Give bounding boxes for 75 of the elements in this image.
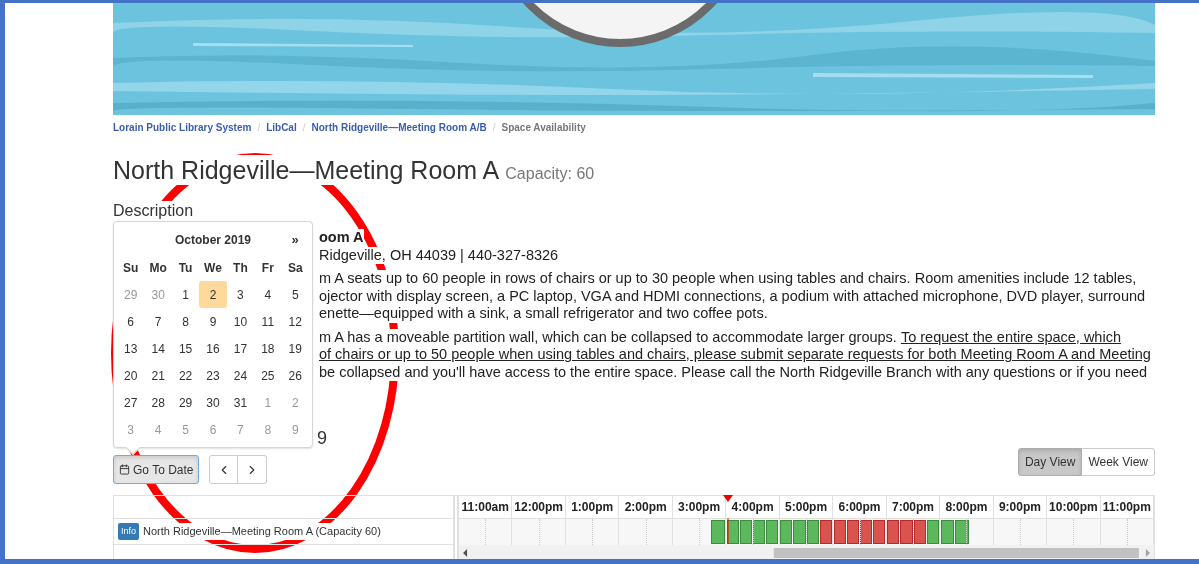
section-heading: Description bbox=[113, 201, 194, 221]
available-slot[interactable] bbox=[780, 520, 793, 544]
available-slot[interactable] bbox=[955, 520, 969, 544]
month-title[interactable]: October 2019 bbox=[145, 231, 281, 249]
calendar-day[interactable]: 3 bbox=[226, 281, 255, 308]
available-slot[interactable] bbox=[926, 520, 939, 544]
weekday-label: Tu bbox=[177, 259, 194, 277]
calendar-day[interactable]: 4 bbox=[254, 281, 282, 308]
room-name: North Ridgeville—Meeting Room A (Capacity 60) bbox=[143, 523, 381, 540]
calendar-day[interactable]: 31 bbox=[226, 389, 255, 416]
available-slot[interactable] bbox=[766, 520, 779, 544]
capacity-label: Capacity: 60 bbox=[505, 164, 595, 184]
calendar-day[interactable]: 25 bbox=[254, 362, 282, 389]
breadcrumb-link[interactable]: LibCal bbox=[266, 121, 297, 135]
calendar-day[interactable]: 2 bbox=[199, 281, 227, 308]
calendar-day[interactable]: 17 bbox=[226, 335, 255, 362]
booked-slot[interactable] bbox=[846, 520, 860, 544]
calendar-day[interactable]: 27 bbox=[117, 389, 145, 416]
calendar-day[interactable]: 30 bbox=[199, 389, 227, 416]
description-text: m A has a moveable partition wall, which can be collapsed to accommodate larger groups. bbox=[319, 328, 897, 346]
calendar-day[interactable]: 12 bbox=[281, 308, 309, 335]
calendar-day[interactable]: 23 bbox=[199, 362, 227, 389]
weekday-label: Th bbox=[232, 259, 249, 277]
weekday-label: Su bbox=[122, 259, 140, 277]
booked-slot[interactable] bbox=[833, 520, 846, 544]
calendar-day[interactable]: 7 bbox=[144, 308, 172, 335]
calendar-day[interactable]: 10 bbox=[226, 308, 255, 335]
calendar-day[interactable]: 29 bbox=[171, 389, 200, 416]
calendar-day[interactable]: 16 bbox=[199, 335, 227, 362]
weekday-label: Fr bbox=[260, 259, 275, 277]
page-title: North Ridgeville—Meeting Room A bbox=[113, 155, 500, 185]
calendar-day[interactable]: 11 bbox=[254, 308, 282, 335]
next-month-button[interactable]: » bbox=[281, 230, 309, 250]
view-tab[interactable]: Week View bbox=[1082, 448, 1155, 476]
booked-slot[interactable] bbox=[873, 520, 886, 544]
calendar-day[interactable]: 6 bbox=[117, 308, 145, 335]
breadcrumb-link[interactable]: North Ridgeville—Meeting Room A/B bbox=[311, 121, 487, 135]
weekday-label: We bbox=[203, 259, 223, 277]
available-slot[interactable] bbox=[739, 520, 753, 544]
breadcrumb-link[interactable]: Lorain Public Library System bbox=[113, 121, 252, 135]
date-heading: 9 bbox=[317, 428, 327, 448]
breadcrumb-separator: / bbox=[302, 121, 306, 135]
booked-slot[interactable] bbox=[887, 520, 900, 544]
booked-slot[interactable] bbox=[819, 520, 832, 544]
calendar-icon bbox=[119, 464, 130, 475]
calendar-day[interactable]: 22 bbox=[171, 362, 200, 389]
description-text: enette—equipped with a sink, a small refrigerator and two coffee pots. bbox=[319, 305, 768, 323]
view-tab[interactable]: Day View bbox=[1017, 448, 1083, 476]
breadcrumb-separator: / bbox=[492, 121, 496, 135]
calendar-day[interactable]: 14 bbox=[144, 335, 172, 362]
calendar-day[interactable]: 13 bbox=[117, 335, 145, 362]
calendar-day[interactable]: 9 bbox=[199, 308, 227, 335]
request-link[interactable]: of chairs or up to 50 people when using tables and chairs, please submit separate requests for both Meeting Room A and Meeting bbox=[319, 346, 1151, 364]
description-text: Ridgeville, OH 44039 | 440-327-8326 bbox=[319, 246, 559, 264]
horizontal-scrollbar[interactable] bbox=[459, 545, 1154, 559]
calendar-day[interactable]: 5 bbox=[281, 281, 309, 308]
weekday-label: Mo bbox=[148, 259, 168, 277]
info-button[interactable]: Info bbox=[118, 522, 139, 541]
description-text: m A seats up to 60 people in rows of chairs or up to 30 people when using tables and chairs. Room amenities include 12 tables, bbox=[319, 270, 1137, 288]
calendar-day[interactable]: 18 bbox=[254, 335, 282, 362]
calendar-day[interactable]: 21 bbox=[144, 362, 172, 389]
weekday-label: Sa bbox=[286, 259, 304, 277]
request-link[interactable]: To request the entire space, which bbox=[900, 328, 1121, 346]
calendar-day[interactable]: 20 bbox=[117, 362, 145, 389]
available-slot[interactable] bbox=[710, 520, 725, 544]
calendar-day[interactable]: 8 bbox=[171, 308, 200, 335]
calendar-day[interactable]: 1 bbox=[171, 281, 200, 308]
calendar-day[interactable]: 19 bbox=[281, 335, 309, 362]
calendar-day[interactable]: 15 bbox=[171, 335, 200, 362]
calendar-day[interactable]: 28 bbox=[144, 389, 172, 416]
go-to-date-button[interactable]: Go To Date bbox=[113, 455, 200, 484]
calendar-day[interactable]: 24 bbox=[226, 362, 255, 389]
breadcrumb-separator: / bbox=[257, 121, 261, 135]
available-slot[interactable] bbox=[940, 520, 955, 544]
calendar-day[interactable]: 26 bbox=[281, 362, 309, 389]
